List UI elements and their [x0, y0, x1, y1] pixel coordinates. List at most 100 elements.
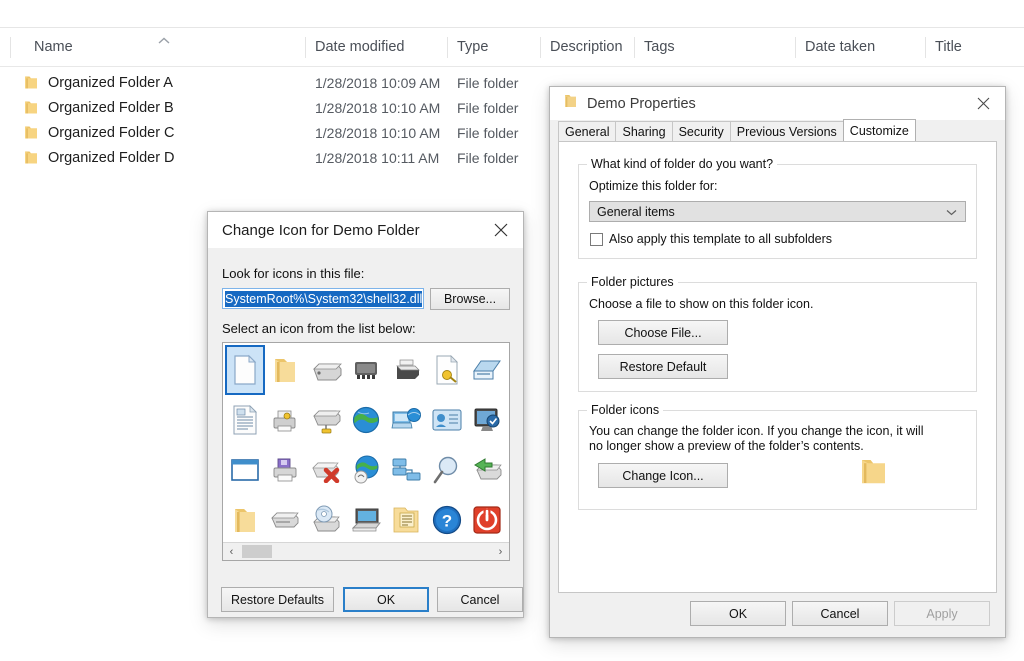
folder-icon — [24, 75, 38, 90]
tab-sharing[interactable]: Sharing — [615, 121, 673, 141]
file-name: Organized Folder D — [48, 149, 175, 166]
browse-button[interactable]: Browse... — [430, 288, 510, 310]
ok-button[interactable]: OK — [343, 587, 429, 612]
tab-previous-versions[interactable]: Previous Versions — [729, 121, 844, 141]
window-stack-icon[interactable] — [467, 345, 507, 395]
network-connect-icon[interactable] — [386, 395, 426, 445]
folder-kind-group: What kind of folder do you want? Optimiz… — [578, 157, 977, 259]
choose-file-button[interactable]: Choose File... — [598, 320, 728, 345]
file-date-modified: 1/28/2018 10:11 AM — [315, 149, 440, 166]
column-header-tags[interactable]: Tags — [634, 28, 675, 66]
tab-security[interactable]: Security — [671, 121, 731, 141]
folder-plain-icon[interactable] — [225, 495, 265, 545]
document-key-icon[interactable] — [426, 345, 466, 395]
change-icon-button[interactable]: Change Icon... — [598, 463, 728, 488]
cancel-button[interactable]: Cancel — [792, 601, 888, 626]
file-type: File folder — [457, 74, 519, 91]
column-header-title[interactable]: Title — [925, 28, 962, 66]
file-date-modified: 1/28/2018 10:10 AM — [315, 99, 441, 116]
text-document-icon[interactable] — [225, 395, 265, 445]
restore-default-button[interactable]: Restore Default — [598, 354, 728, 379]
icon-list-hscrollbar[interactable]: ‹ › — [223, 542, 509, 560]
file-row[interactable]: Organized Folder A 1/28/2018 10:09 AM File… — [0, 70, 540, 95]
chevron-up-icon — [157, 36, 171, 46]
folder-icons-description: You can change the folder icon. If you c… — [589, 424, 924, 453]
column-header-date-modified[interactable]: Date modified — [305, 28, 404, 66]
tab-general[interactable]: General — [558, 121, 617, 141]
folder-icon — [24, 125, 38, 140]
icon-grid: ? — [223, 343, 509, 545]
scroll-right-icon[interactable]: › — [492, 543, 509, 560]
properties-tabstrip: General Sharing Security Previous Versions C… — [558, 119, 916, 141]
document-blank-icon[interactable] — [225, 345, 266, 395]
column-header-name[interactable]: Name — [24, 28, 73, 66]
computer-icon[interactable] — [346, 495, 386, 545]
close-icon[interactable] — [479, 212, 523, 248]
memory-chip-icon[interactable] — [346, 345, 386, 395]
disk-drive-icon[interactable] — [265, 495, 305, 545]
folder-icon — [564, 94, 577, 113]
network-drive-icon[interactable] — [306, 395, 346, 445]
folder-icon — [860, 457, 887, 491]
hard-drive-icon[interactable] — [306, 345, 346, 395]
printer-purple-icon[interactable] — [265, 445, 305, 495]
drive-delete-icon[interactable] — [306, 445, 346, 495]
window-icon[interactable] — [225, 445, 265, 495]
magnifier-icon[interactable] — [426, 445, 466, 495]
explorer-column-headers: Name Date modified Type Description Tags… — [0, 28, 1024, 67]
network-nodes-icon[interactable] — [386, 445, 426, 495]
folder-pictures-group: Folder pictures Choose a file to show on… — [578, 275, 977, 392]
drive-share-icon[interactable] — [467, 445, 507, 495]
change-icon-title-text: Change Icon for Demo Folder — [222, 221, 420, 239]
printer-icon[interactable] — [386, 345, 426, 395]
printer-secure-icon[interactable] — [265, 395, 305, 445]
demo-properties-dialog: Demo Properties General Sharing Security Pr… — [549, 86, 1006, 638]
column-header-description[interactable]: Description — [540, 28, 623, 66]
apply-to-subfolders-checkbox[interactable]: Also apply this template to all subfolde… — [590, 232, 832, 247]
folder-pictures-legend: Folder pictures — [587, 275, 678, 289]
scrollbar-thumb[interactable] — [242, 545, 272, 558]
column-header-type[interactable]: Type — [447, 28, 488, 66]
screen: Name Date modified Type Description Tags… — [0, 0, 1024, 661]
ok-button[interactable]: OK — [690, 601, 786, 626]
folder-icons-legend: Folder icons — [587, 403, 664, 417]
folder-kind-legend: What kind of folder do you want? — [587, 157, 778, 171]
change-icon-dialog: Change Icon for Demo Folder Look for ico… — [207, 211, 524, 618]
properties-title-text: Demo Properties — [587, 95, 696, 112]
icon-list[interactable]: ? ‹ › — [222, 342, 510, 561]
folder-contents-icon[interactable] — [386, 495, 426, 545]
folder-icons-group: Folder icons You can change the folder i… — [578, 403, 977, 510]
file-row[interactable]: Organized Folder C 1/28/2018 10:10 AM File… — [0, 120, 540, 145]
internet-globe-icon[interactable] — [346, 445, 386, 495]
globe-icon[interactable] — [346, 395, 386, 445]
power-shutdown-icon[interactable] — [467, 495, 507, 545]
file-type: File folder — [457, 149, 519, 166]
customize-tab-panel: What kind of folder do you want? Optimiz… — [558, 141, 997, 593]
optimize-label: Optimize this folder for: — [589, 179, 718, 193]
change-icon-titlebar: Change Icon for Demo Folder — [208, 212, 523, 248]
id-card-icon[interactable] — [426, 395, 466, 445]
close-icon[interactable] — [961, 87, 1005, 120]
file-name: Organized Folder B — [48, 99, 174, 116]
folder-icon[interactable] — [265, 345, 305, 395]
file-row[interactable]: Organized Folder D 1/28/2018 10:11 AM File… — [0, 145, 540, 170]
checkbox-box[interactable] — [590, 233, 603, 246]
optimize-folder-select[interactable]: General items — [589, 201, 966, 222]
cancel-button[interactable]: Cancel — [437, 587, 523, 612]
folder-pictures-description: Choose a file to show on this folder ico… — [589, 297, 814, 311]
folder-icon — [24, 150, 38, 165]
cd-drive-icon[interactable] — [306, 495, 346, 545]
help-question-icon[interactable]: ? — [426, 495, 466, 545]
folder-icon — [24, 100, 38, 115]
file-name: Organized Folder C — [48, 124, 175, 141]
tab-customize[interactable]: Customize — [842, 119, 916, 141]
monitor-shield-icon[interactable] — [467, 395, 507, 445]
file-row[interactable]: Organized Folder B 1/28/2018 10:10 AM File… — [0, 95, 540, 120]
optimize-folder-value: General items — [597, 204, 675, 219]
column-header-date-taken[interactable]: Date taken — [795, 28, 875, 66]
restore-defaults-button[interactable]: Restore Defaults — [221, 587, 334, 612]
apply-button: Apply — [894, 601, 990, 626]
icon-file-input[interactable]: SystemRoot%\System32\shell32.dll — [222, 288, 424, 309]
scroll-left-icon[interactable]: ‹ — [223, 543, 240, 560]
svg-text:?: ? — [441, 512, 451, 531]
